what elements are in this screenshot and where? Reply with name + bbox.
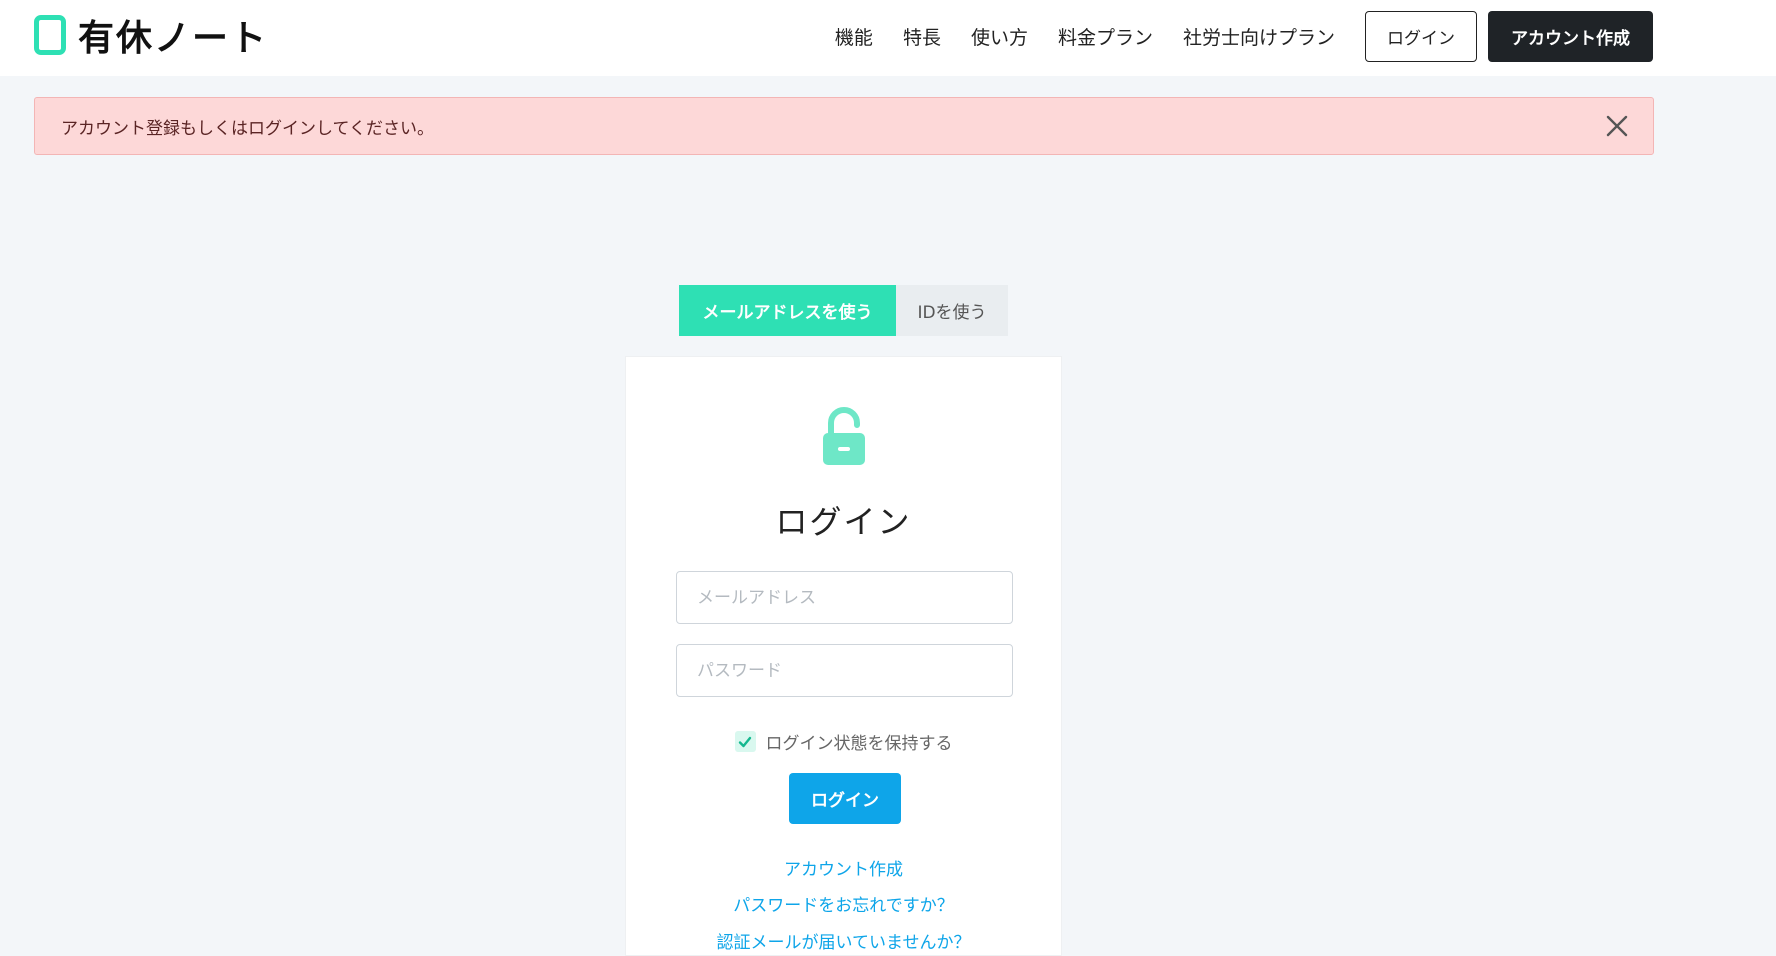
email-field[interactable]: [676, 571, 1013, 624]
nav-link-sharoushi-plan[interactable]: 社労士向けプラン: [1183, 23, 1335, 50]
alert-message: アカウント登録もしくはログインしてください。: [61, 118, 434, 139]
login-method-tabs: メールアドレスを使う IDを使う: [679, 285, 1008, 336]
site-header: 有休ノート 機能 特長 使い方 料金プラン 社労士向けプラン ログイン アカウン…: [0, 0, 1776, 76]
tab-id[interactable]: IDを使う: [896, 285, 1008, 336]
remember-me-label: ログイン状態を保持する: [765, 734, 953, 754]
remember-me-checkbox[interactable]: [734, 731, 756, 752]
close-icon[interactable]: [1603, 112, 1631, 140]
create-account-link[interactable]: アカウント作成: [626, 855, 1061, 880]
tab-email[interactable]: メールアドレスを使う: [679, 285, 896, 336]
login-submit-button[interactable]: ログイン: [789, 773, 901, 824]
remember-me-row: ログイン状態を保持する: [626, 729, 1061, 754]
logo-text: 有休ノート: [78, 18, 269, 59]
nav-link-how-to-use[interactable]: 使い方: [971, 23, 1028, 50]
logo-mark-icon: [34, 15, 66, 55]
nav-link-pricing[interactable]: 料金プラン: [1058, 23, 1153, 50]
password-field[interactable]: [676, 644, 1013, 697]
forgot-password-link[interactable]: パスワードをお忘れですか？: [626, 891, 1061, 916]
header-login-button[interactable]: ログイン: [1365, 10, 1477, 62]
header-signup-button[interactable]: アカウント作成: [1488, 10, 1653, 62]
main-nav: 機能 特長 使い方 料金プラン 社労士向けプラン ログイン アカウント作成: [835, 10, 1653, 62]
nav-link-features[interactable]: 機能: [835, 23, 873, 50]
login-card: ログイン ログイン状態を保持する ログイン アカウント作成 パスワードをお忘れで…: [625, 356, 1062, 956]
page-title: ログイン: [775, 503, 912, 541]
unlock-icon: [823, 407, 865, 465]
logo[interactable]: 有休ノート: [34, 14, 268, 59]
check-icon: [738, 736, 752, 747]
alert-banner: アカウント登録もしくはログインしてください。: [34, 97, 1654, 155]
resend-verification-link[interactable]: 認証メールが届いていませんか？: [626, 928, 1061, 953]
nav-link-highlights[interactable]: 特長: [903, 23, 941, 50]
